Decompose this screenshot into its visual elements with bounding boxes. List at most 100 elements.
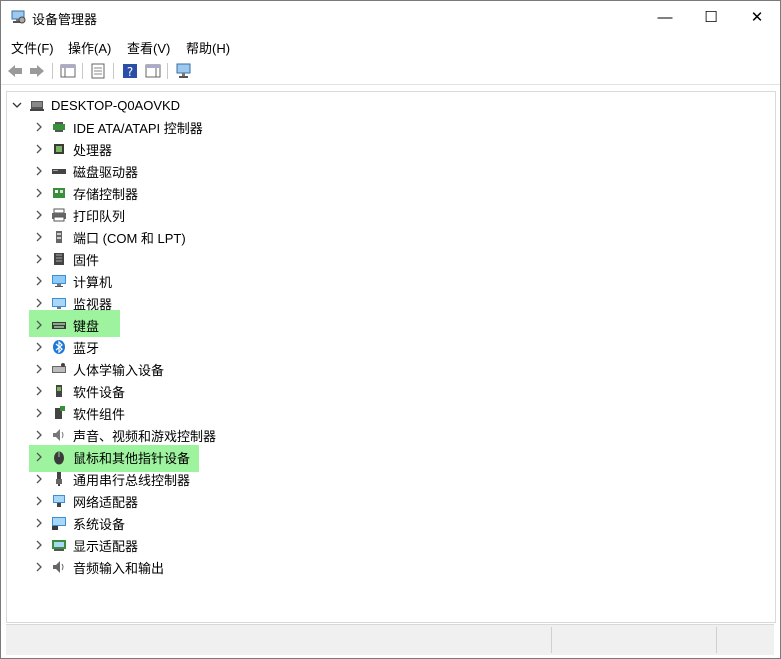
tree-item-computer[interactable]: 计算机 <box>33 270 112 292</box>
menu-action[interactable]: 操作(A) <box>68 38 111 57</box>
title-bar[interactable]: 设备管理器 — ☐ ✕ <box>1 1 780 33</box>
forward-button[interactable] <box>27 61 47 81</box>
chevron-right-icon[interactable] <box>33 226 45 248</box>
storage-controller-icon <box>51 185 67 201</box>
tree-item-label: 声音、视频和游戏控制器 <box>73 428 217 444</box>
status-bar <box>6 624 774 655</box>
monitor-scan-icon <box>176 63 191 78</box>
tree-item-label: 磁盘驱动器 <box>73 164 139 180</box>
menu-file[interactable]: 文件(F) <box>11 38 54 57</box>
device-manager-window: 设备管理器 — ☐ ✕ 文件(F) 操作(A) 查看(V) 帮助(H) ? DE… <box>0 0 781 659</box>
tree-item-label: 系统设备 <box>73 516 126 532</box>
chevron-right-icon[interactable] <box>33 490 45 512</box>
tree-item-keyboard[interactable]: 键盘 <box>33 314 99 336</box>
chevron-right-icon[interactable] <box>33 534 45 556</box>
menu-help[interactable]: 帮助(H) <box>186 38 230 57</box>
help-button[interactable]: ? <box>120 61 140 81</box>
chevron-right-icon[interactable] <box>33 182 45 204</box>
processor-icon <box>51 141 67 157</box>
monitor-icon <box>51 295 67 311</box>
tree-item-storage-controller[interactable]: 存储控制器 <box>33 182 138 204</box>
tree-item-ide-controller[interactable]: IDE ATA/ATAPI 控制器 <box>33 116 203 138</box>
back-icon <box>8 65 22 77</box>
chevron-right-icon[interactable] <box>33 248 45 270</box>
minimize-icon: — <box>657 8 673 26</box>
chevron-right-icon[interactable] <box>33 314 45 336</box>
tree-item-disk-drive[interactable]: 磁盘驱动器 <box>33 160 138 182</box>
chevron-down-icon[interactable] <box>11 94 23 116</box>
tree-item-monitor[interactable]: 监视器 <box>33 292 112 314</box>
tree-item-label: 显示适配器 <box>73 538 139 554</box>
tree-item-label: 处理器 <box>73 142 113 158</box>
maximize-button[interactable]: ☐ <box>688 1 734 33</box>
tree-item-firmware[interactable]: 固件 <box>33 248 99 270</box>
tree-item-label: 人体学输入设备 <box>73 362 165 378</box>
window-title: 设备管理器 <box>32 12 98 27</box>
tree-item-software-device[interactable]: 软件设备 <box>33 380 125 402</box>
menu-bar: 文件(F) 操作(A) 查看(V) 帮助(H) <box>1 34 780 58</box>
display-adapter-icon <box>51 537 67 553</box>
software-component-icon <box>51 405 67 421</box>
maximize-icon: ☐ <box>704 9 718 26</box>
chevron-right-icon[interactable] <box>33 270 45 292</box>
port-icon <box>51 229 67 245</box>
chevron-right-icon[interactable] <box>33 446 45 468</box>
chevron-right-icon[interactable] <box>33 424 45 446</box>
tree-item-label: 监视器 <box>73 296 113 312</box>
hid-icon <box>51 361 67 377</box>
tree-item-audio-io[interactable]: 音频输入和输出 <box>33 556 164 578</box>
tree-item-printer[interactable]: 打印队列 <box>33 204 125 226</box>
tree-item-usb[interactable]: 通用串行总线控制器 <box>33 468 190 490</box>
chevron-right-icon[interactable] <box>33 336 45 358</box>
tree-item-speaker[interactable]: 声音、视频和游戏控制器 <box>33 424 216 446</box>
tree-item-system-device[interactable]: 系统设备 <box>33 512 125 534</box>
chevron-right-icon[interactable] <box>33 402 45 424</box>
tree-item-software-component[interactable]: 软件组件 <box>33 402 125 424</box>
device-manager-app-icon <box>11 10 26 24</box>
chevron-right-icon[interactable] <box>33 358 45 380</box>
audio-io-icon <box>51 559 67 575</box>
tree-item-hid[interactable]: 人体学输入设备 <box>33 358 164 380</box>
mouse-icon <box>51 449 67 465</box>
scan-hardware-button[interactable] <box>174 61 194 81</box>
list-button[interactable] <box>88 61 108 81</box>
chevron-right-icon[interactable] <box>33 556 45 578</box>
tree-item-bluetooth[interactable]: 蓝牙 <box>33 336 99 358</box>
close-button[interactable]: ✕ <box>734 1 780 33</box>
tree-root[interactable]: DESKTOP-Q0AOVKD <box>11 94 180 116</box>
close-icon: ✕ <box>750 9 764 26</box>
tree-item-label: 端口 (COM 和 LPT) <box>73 230 186 246</box>
chevron-right-icon[interactable] <box>33 292 45 314</box>
tree-item-processor[interactable]: 处理器 <box>33 138 112 160</box>
firmware-icon <box>51 251 67 267</box>
chevron-right-icon[interactable] <box>33 160 45 182</box>
tree-item-label: 鼠标和其他指针设备 <box>73 450 191 466</box>
disk-drive-icon <box>51 163 67 179</box>
chevron-right-icon[interactable] <box>33 380 45 402</box>
view-button[interactable] <box>143 61 163 81</box>
minimize-button[interactable]: — <box>642 1 688 33</box>
tree-item-label: 音频输入和输出 <box>73 560 165 576</box>
tree-item-display-adapter[interactable]: 显示适配器 <box>33 534 138 556</box>
chevron-right-icon[interactable] <box>33 138 45 160</box>
menu-view[interactable]: 查看(V) <box>127 38 170 57</box>
chevron-right-icon[interactable] <box>33 512 45 534</box>
tree-item-network-adapter[interactable]: 网络适配器 <box>33 490 138 512</box>
tree-item-mouse[interactable]: 鼠标和其他指针设备 <box>33 446 190 468</box>
usb-icon <box>51 471 67 487</box>
tree-item-label: 存储控制器 <box>73 186 139 202</box>
tree-item-label: 软件组件 <box>73 406 126 422</box>
tree-item-label: 蓝牙 <box>73 340 100 356</box>
device-tree[interactable]: DESKTOP-Q0AOVKD IDE ATA/ATAPI 控制器处理器磁盘驱动… <box>6 91 776 623</box>
chevron-right-icon[interactable] <box>33 204 45 226</box>
svg-text:?: ? <box>127 65 133 79</box>
tree-root-label: DESKTOP-Q0AOVKD <box>51 97 181 113</box>
chevron-right-icon[interactable] <box>33 116 45 138</box>
tree-item-port[interactable]: 端口 (COM 和 LPT) <box>33 226 186 248</box>
back-button[interactable] <box>5 61 25 81</box>
tree-item-label: 通用串行总线控制器 <box>73 472 191 488</box>
properties-pane-button[interactable] <box>58 61 78 81</box>
chevron-right-icon[interactable] <box>33 468 45 490</box>
keyboard-icon <box>51 317 67 333</box>
tree-item-label: 键盘 <box>73 318 100 334</box>
